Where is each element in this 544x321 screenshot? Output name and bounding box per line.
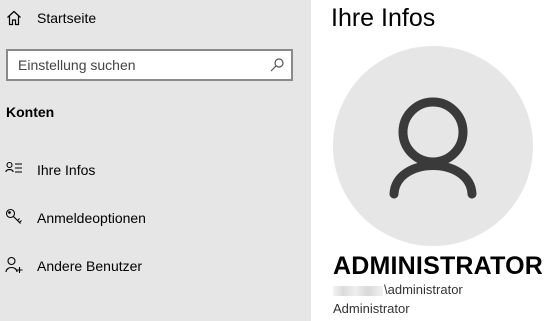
user-account-name: \administrator	[384, 282, 463, 297]
add-user-icon	[5, 256, 23, 274]
sidebar-item-label: Andere Benutzer	[37, 258, 143, 274]
section-title: Konten	[6, 104, 55, 120]
sidebar-item-andere-benutzer[interactable]: Andere Benutzer	[0, 246, 311, 286]
user-avatar-icon	[389, 97, 477, 199]
sidebar-item-anmeldeoptionen[interactable]: Anmeldeoptionen	[0, 198, 311, 238]
sidebar-item-label: Anmeldeoptionen	[37, 210, 146, 226]
nav-home[interactable]: Startseite	[0, 0, 311, 38]
search-placeholder: Einstellung suchen	[18, 57, 136, 73]
search-input[interactable]: Einstellung suchen	[6, 49, 293, 81]
page-title: Ihre Infos	[331, 4, 436, 32]
user-account: \administrator	[333, 282, 463, 298]
nav-home-label: Startseite	[37, 10, 97, 26]
sidebar-item-ihre-infos[interactable]: Ihre Infos	[0, 150, 311, 190]
user-name: ADMINISTRATOR	[333, 252, 543, 280]
key-icon	[5, 208, 23, 226]
user-role: Administrator	[333, 301, 410, 316]
sidebar-item-label: Ihre Infos	[37, 162, 96, 178]
user-info-icon	[5, 160, 23, 178]
sidebar: Startseite Einstellung suchen Konten Ihr…	[0, 0, 311, 321]
home-icon	[6, 10, 22, 26]
search-icon[interactable]	[269, 57, 285, 73]
avatar	[333, 46, 533, 246]
redacted-domain	[333, 285, 383, 296]
